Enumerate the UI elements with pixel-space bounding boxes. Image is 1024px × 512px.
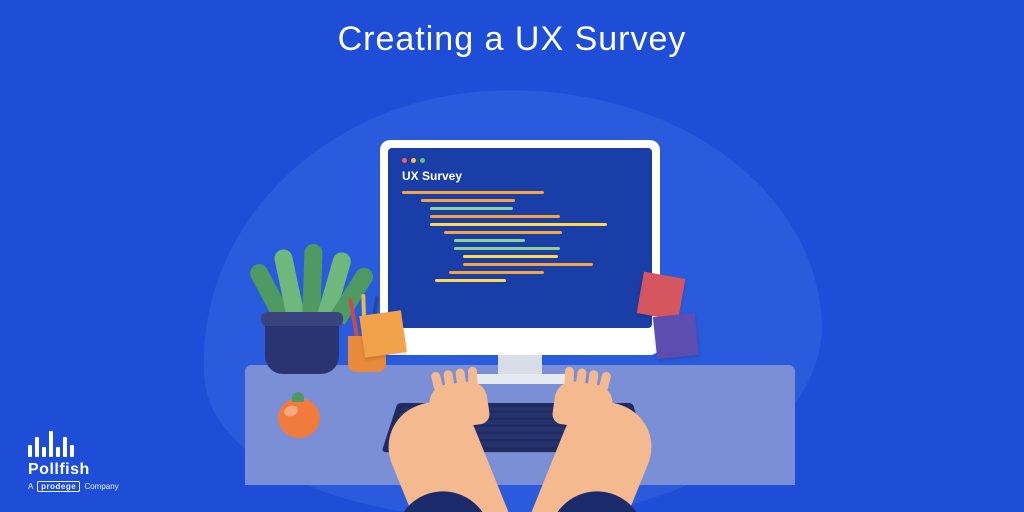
brand-name: Pollfish <box>28 461 119 479</box>
code-line <box>463 263 593 266</box>
orange-fruit <box>278 398 320 438</box>
sticky-note <box>653 313 699 359</box>
page-title: Creating a UX Survey <box>0 20 1024 59</box>
logo-bars-icon <box>28 431 119 457</box>
monitor-base <box>470 374 570 384</box>
sticky-note <box>637 272 686 321</box>
code-line <box>449 271 543 274</box>
code-line <box>421 199 515 202</box>
code-line <box>402 191 544 194</box>
tagline-prefix: A <box>28 482 33 491</box>
brand-logo: Pollfish A prodege Company <box>28 431 119 492</box>
tagline-boxed: prodege <box>37 481 80 492</box>
plant-pot <box>265 318 339 374</box>
code-line <box>430 223 607 226</box>
brand-tagline: A prodege Company <box>28 481 119 492</box>
code-line <box>430 215 560 218</box>
window-controls-icon <box>402 158 638 163</box>
code-line <box>463 255 557 258</box>
code-line <box>430 207 513 210</box>
code-line <box>435 279 506 282</box>
code-line <box>444 231 562 234</box>
monitor-screen: UX Survey <box>388 148 652 328</box>
code-line <box>454 247 560 250</box>
sticky-note <box>359 310 406 357</box>
code-line <box>454 239 525 242</box>
tagline-suffix: Company <box>84 482 118 491</box>
screen-heading: UX Survey <box>402 169 638 183</box>
